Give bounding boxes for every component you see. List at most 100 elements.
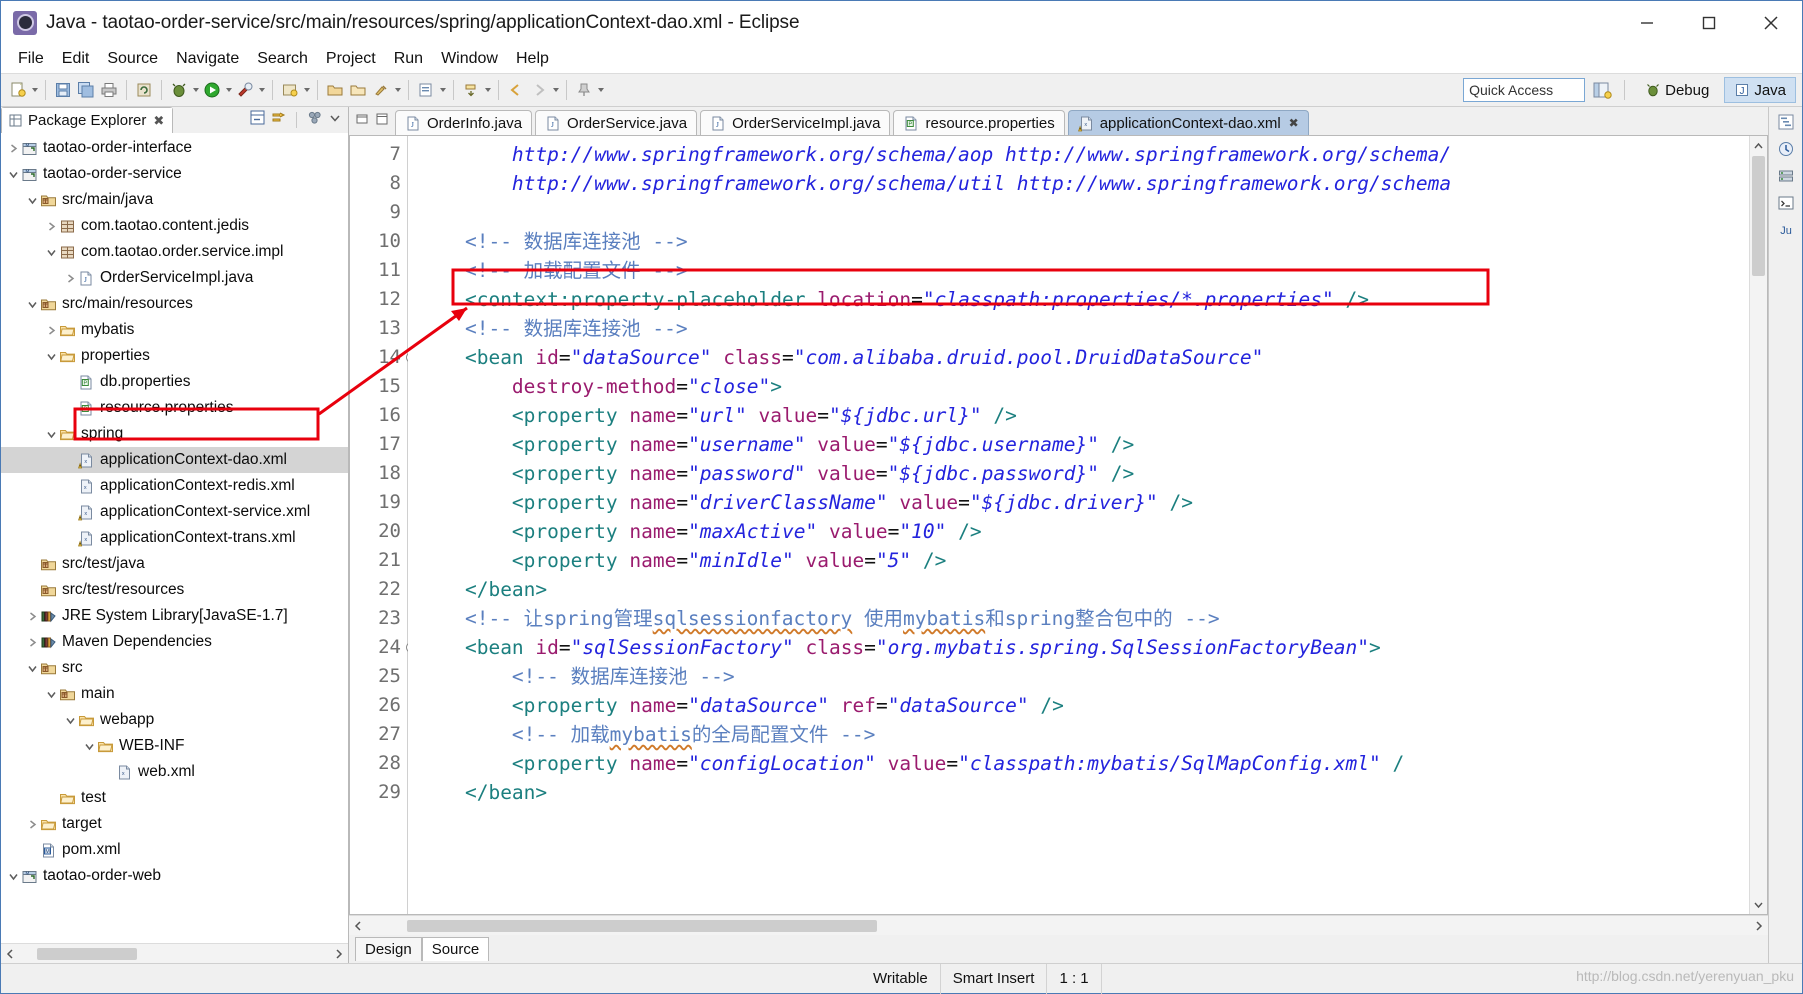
tree-item-spring[interactable]: spring <box>1 421 348 447</box>
tree-twistie[interactable] <box>83 741 96 752</box>
tree-twistie[interactable] <box>7 143 20 154</box>
tree-item-applicationcontext-service-xml[interactable]: x applicationContext-service.xml <box>1 499 348 525</box>
external-tools-caret-icon[interactable] <box>257 79 266 101</box>
editor-mode-tab-source[interactable]: Source <box>421 937 490 961</box>
tree-item-applicationcontext-dao-xml[interactable]: x applicationContext-dao.xml <box>1 447 348 473</box>
explorer-hscrollbar[interactable] <box>1 943 348 963</box>
code-line[interactable]: <context:property-placeholder location="… <box>408 285 1749 314</box>
new-java-project-icon[interactable] <box>279 79 301 101</box>
refresh-icon[interactable] <box>133 79 155 101</box>
scroll-thumb[interactable] <box>37 947 137 960</box>
tree-twistie[interactable] <box>45 429 58 440</box>
tree-item-jre-system-library[interactable]: JRE System Library [JavaSE-1.7] <box>1 603 348 629</box>
menu-source[interactable]: Source <box>98 48 167 70</box>
tree-item-pom-xml[interactable]: Mpom.xml <box>1 837 348 863</box>
view-menu-icon[interactable] <box>306 109 324 131</box>
open-type-icon[interactable] <box>324 79 346 101</box>
tree-item-orderserviceimpl-java[interactable]: J OrderServiceImpl.java <box>1 265 348 291</box>
tree-twistie[interactable] <box>45 325 58 336</box>
code-line[interactable]: <bean id="dataSource" class="com.alibaba… <box>408 343 1749 372</box>
code-line[interactable]: <!-- 加载mybatis的全局配置文件 --> <box>408 720 1749 749</box>
code-line[interactable]: destroy-method="close"> <box>408 372 1749 401</box>
menu-search[interactable]: Search <box>248 48 317 70</box>
debug-caret-icon[interactable] <box>191 79 200 101</box>
chevron-down-icon[interactable] <box>84 741 95 752</box>
code-line[interactable]: <property name="dataSource" ref="dataSou… <box>408 691 1749 720</box>
scroll-right-icon[interactable] <box>330 945 348 963</box>
run-icon[interactable] <box>201 79 223 101</box>
chevron-right-icon[interactable] <box>46 325 57 336</box>
code-line[interactable]: <property name="minIdle" value="5" /> <box>408 546 1749 575</box>
chevron-down-icon[interactable] <box>8 871 19 882</box>
tree-twistie[interactable] <box>45 221 58 232</box>
link-with-editor-icon[interactable] <box>270 109 287 131</box>
code-line[interactable] <box>408 198 1749 227</box>
tree-item-properties[interactable]: properties <box>1 343 348 369</box>
task-list-icon[interactable] <box>1774 138 1798 160</box>
close-button[interactable] <box>1740 1 1802 45</box>
scroll-down-icon[interactable] <box>1751 896 1767 912</box>
chevron-down-icon[interactable] <box>46 689 57 700</box>
code-line[interactable]: <bean id="sqlSessionFactory" class="org.… <box>408 633 1749 662</box>
chevron-down-icon[interactable] <box>8 169 19 180</box>
code-line[interactable]: <!-- 数据库连接池 --> <box>408 227 1749 256</box>
junit-view-icon[interactable]: Ju <box>1774 219 1798 241</box>
chevron-down-icon[interactable] <box>46 429 57 440</box>
code-line[interactable]: <!-- 数据库连接池 --> <box>408 314 1749 343</box>
save-icon[interactable] <box>52 79 74 101</box>
menu-edit[interactable]: Edit <box>53 48 99 70</box>
close-icon[interactable]: ✖ <box>1289 116 1299 130</box>
minimize-button[interactable] <box>1616 1 1678 45</box>
code-line[interactable]: <!-- 让spring管理sqlsessionfactory 使用mybati… <box>408 604 1749 633</box>
tree-twistie[interactable] <box>26 611 39 622</box>
editor-mode-tab-design[interactable]: Design <box>355 937 422 961</box>
chevron-down-icon[interactable] <box>328 111 342 130</box>
code-line[interactable]: </bean> <box>408 575 1749 604</box>
chevron-right-icon[interactable] <box>27 637 38 648</box>
menu-project[interactable]: Project <box>317 48 385 70</box>
source-editor[interactable]: 7 8 9 10 11 12 13 14 15 16 17 18 19 20 21 22 23 24 25 26 27 2… <box>349 135 1768 915</box>
tree-item-maven-dependencies[interactable]: Maven Dependencies <box>1 629 348 655</box>
tree-item-db-properties[interactable]: Pdb.properties <box>1 369 348 395</box>
debug-run-icon[interactable] <box>168 79 190 101</box>
editor-hscrollbar[interactable] <box>349 915 1768 935</box>
tree-twistie[interactable] <box>64 715 77 726</box>
code-text-area[interactable]: http://www.springframework.org/schema/ao… <box>408 136 1749 914</box>
maximize-button[interactable] <box>1678 1 1740 45</box>
open-task-icon[interactable] <box>415 79 437 101</box>
chevron-right-icon[interactable] <box>27 819 38 830</box>
tree-item-src-main-resources[interactable]: src/main/resources <box>1 291 348 317</box>
external-tools-icon[interactable] <box>234 79 256 101</box>
code-line[interactable]: </bean> <box>408 778 1749 807</box>
scroll-right-icon[interactable] <box>1750 917 1768 935</box>
next-annotation-caret-icon[interactable] <box>483 79 492 101</box>
tree-item-taotao-order-service[interactable]: Mtaotao-order-service <box>1 161 348 187</box>
run-caret-icon[interactable] <box>224 79 233 101</box>
console-view-icon[interactable] <box>1774 192 1798 214</box>
chevron-right-icon[interactable] <box>65 273 76 284</box>
open-resource-icon[interactable] <box>347 79 369 101</box>
code-line[interactable]: http://www.springframework.org/schema/ao… <box>408 140 1749 169</box>
tree-item-main[interactable]: main <box>1 681 348 707</box>
tree-twistie[interactable] <box>26 195 39 206</box>
code-line[interactable]: <property name="configLocation" value="c… <box>408 749 1749 778</box>
editor-tab-orderserviceimpl-java[interactable]: J OrderServiceImpl.java <box>700 110 891 135</box>
tree-item-taotao-order-interface[interactable]: Mtaotao-order-interface <box>1 135 348 161</box>
scroll-thumb[interactable] <box>1752 156 1765 276</box>
scroll-left-icon[interactable] <box>1 945 19 963</box>
chevron-down-icon[interactable] <box>27 195 38 206</box>
code-line[interactable]: <property name="maxActive" value="10" /> <box>408 517 1749 546</box>
tree-twistie[interactable] <box>26 637 39 648</box>
tree-item-src[interactable]: src <box>1 655 348 681</box>
code-line[interactable]: <property name="url" value="${jdbc.url}"… <box>408 401 1749 430</box>
menu-window[interactable]: Window <box>432 48 507 70</box>
menu-navigate[interactable]: Navigate <box>167 48 248 70</box>
chevron-right-icon[interactable] <box>46 221 57 232</box>
tree-item-web-xml[interactable]: x web.xml <box>1 759 348 785</box>
tree-twistie[interactable] <box>7 871 20 882</box>
project-tree[interactable]: Mtaotao-order-interface Mtaotao-order-ser… <box>1 133 348 943</box>
tree-item-web-inf[interactable]: WEB-INF <box>1 733 348 759</box>
menu-help[interactable]: Help <box>507 48 558 70</box>
tree-item-src-main-java[interactable]: src/main/java <box>1 187 348 213</box>
chevron-down-icon[interactable] <box>46 351 57 362</box>
